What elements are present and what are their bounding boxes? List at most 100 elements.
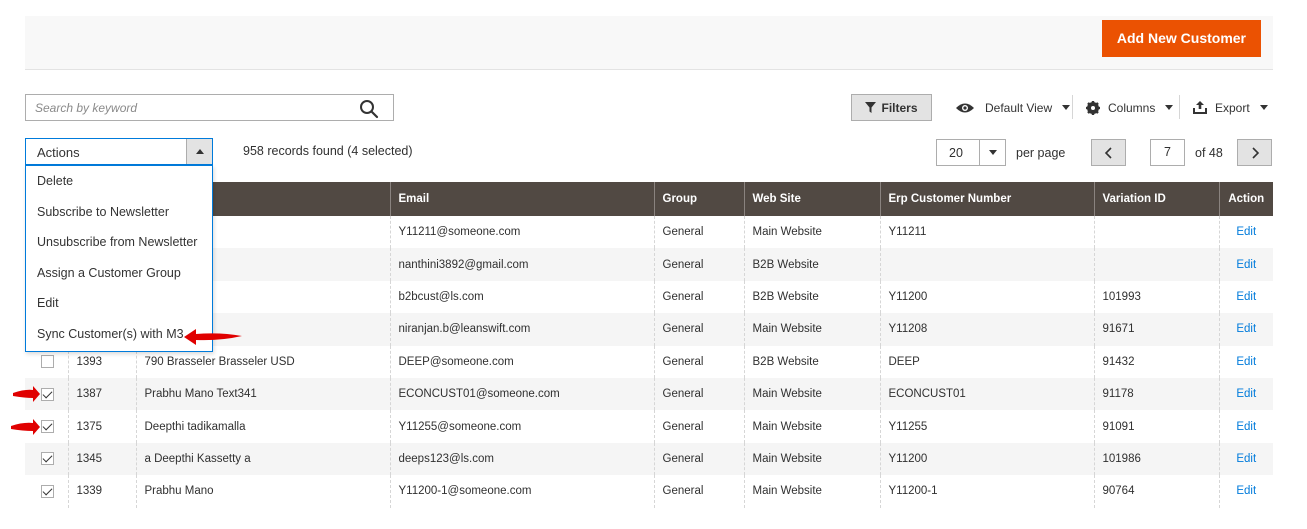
chevron-down-icon <box>1062 105 1071 110</box>
cell-website: Main Website <box>743 442 880 476</box>
menu-item-edit[interactable]: Edit <box>26 288 212 319</box>
cell-email: Y11211@someone.com <box>389 216 654 249</box>
table-row[interactable]: 1375 Deepthi tadikamalla Y11255@someone.co… <box>25 410 1273 443</box>
current-page-input[interactable]: 7 <box>1150 139 1185 166</box>
table-row[interactable]: 1387 Prabhu Mano Text341 ECONCUST01@someon… <box>25 377 1273 411</box>
cell-erp-number: Y11255 <box>879 410 1094 443</box>
export-dropdown[interactable]: Export <box>1193 94 1268 121</box>
default-view-dropdown[interactable]: Default View <box>955 94 1071 121</box>
export-label: Export <box>1215 100 1250 115</box>
chevron-up-icon <box>196 149 204 154</box>
cell-email: DEEP@someone.com <box>389 345 654 378</box>
edit-link[interactable]: Edit <box>1218 475 1273 508</box>
column-header-erp-number[interactable]: Erp Customer Number <box>879 182 1094 216</box>
edit-link[interactable]: Edit <box>1218 280 1273 314</box>
toolbar-divider <box>1072 95 1073 119</box>
actions-toggle[interactable] <box>186 139 212 164</box>
cell-group: General <box>653 216 744 249</box>
cell-group: General <box>653 345 744 378</box>
column-header-group[interactable]: Group <box>653 182 744 216</box>
cell-website: B2B Website <box>743 345 880 378</box>
menu-item-delete[interactable]: Delete <box>26 166 212 197</box>
cell-variation-id <box>1093 248 1219 281</box>
row-checkbox[interactable] <box>41 452 54 466</box>
cell-name: a Deepthi Kassetty a <box>135 442 390 476</box>
edit-link[interactable]: Edit <box>1218 345 1273 378</box>
row-checkbox[interactable] <box>41 420 54 434</box>
cell-website: Main Website <box>743 475 880 508</box>
cell-group: General <box>653 377 744 411</box>
cell-website: B2B Website <box>743 248 880 281</box>
menu-item-subscribe-newsletter[interactable]: Subscribe to Newsletter <box>26 197 212 228</box>
per-page-label: per page <box>1016 146 1066 160</box>
edit-link[interactable]: Edit <box>1218 410 1273 443</box>
column-header-email[interactable]: Email <box>389 182 654 216</box>
menu-item-assign-group[interactable]: Assign a Customer Group <box>26 258 212 289</box>
actions-label: Actions <box>37 145 80 160</box>
cell-website: Main Website <box>743 313 880 346</box>
export-icon <box>1193 101 1207 114</box>
row-checkbox[interactable] <box>41 484 54 498</box>
cell-email: Y11255@someone.com <box>389 410 654 443</box>
row-checkbox[interactable] <box>41 355 54 369</box>
cell-variation-id: 90764 <box>1093 475 1219 508</box>
eye-icon <box>956 103 974 112</box>
actions-dropdown[interactable]: Actions <box>25 138 213 165</box>
columns-label: Columns <box>1108 100 1156 115</box>
cell-erp-number: Y11208 <box>879 313 1094 346</box>
annotation-arrow-icon <box>11 419 40 435</box>
cell-group: General <box>653 475 744 508</box>
cell-name: Prabhu Mano Text341 <box>135 377 390 411</box>
records-count: 958 records found (4 selected) <box>243 144 413 158</box>
annotation-arrow-icon <box>13 386 40 402</box>
cell-select <box>25 475 68 508</box>
edit-link[interactable]: Edit <box>1218 248 1273 281</box>
cell-id: 1345 <box>67 442 136 476</box>
cell-erp-number: Y11200-1 <box>879 475 1094 508</box>
column-header-variation-id[interactable]: Variation ID <box>1093 182 1219 216</box>
search-icon[interactable] <box>359 99 379 119</box>
edit-link[interactable]: Edit <box>1218 377 1273 411</box>
cell-select <box>25 442 68 476</box>
row-checkbox[interactable] <box>41 387 54 401</box>
cell-erp-number: Y11200 <box>879 442 1094 476</box>
columns-dropdown[interactable]: Columns <box>1086 94 1174 121</box>
cell-email: niranjan.b@leanswift.com <box>389 313 654 346</box>
per-page-toggle[interactable] <box>979 140 1005 165</box>
cell-email: deeps123@ls.com <box>389 442 654 476</box>
cell-variation-id: 101993 <box>1093 280 1219 314</box>
search-input[interactable] <box>26 95 346 120</box>
edit-link[interactable]: Edit <box>1218 216 1273 249</box>
cell-group: General <box>653 442 744 476</box>
edit-link[interactable]: Edit <box>1218 442 1273 476</box>
cell-variation-id: 91091 <box>1093 410 1219 443</box>
cell-variation-id <box>1093 216 1219 249</box>
per-page-select[interactable]: 20 <box>936 139 1006 166</box>
cell-id: 1339 <box>67 475 136 508</box>
cell-website: Main Website <box>743 216 880 249</box>
chevron-down-icon <box>1165 105 1174 110</box>
cell-variation-id: 101986 <box>1093 442 1219 476</box>
cell-group: General <box>653 280 744 314</box>
add-new-customer-button[interactable]: Add New Customer <box>1101 20 1261 57</box>
per-page-value: 20 <box>949 146 963 160</box>
cell-erp-number: Y11200 <box>879 280 1094 314</box>
table-row[interactable]: 1345 a Deepthi Kassetty a deeps123@ls.com G… <box>25 442 1273 476</box>
cell-group: General <box>653 410 744 443</box>
filters-button[interactable]: Filters <box>851 94 932 121</box>
table-row[interactable]: 1339 Prabhu Mano Y11200-1@someone.com Gener… <box>25 475 1273 508</box>
cell-variation-id: 91178 <box>1093 377 1219 411</box>
column-header-action: Action <box>1218 182 1273 216</box>
cell-erp-number: ECONCUST01 <box>879 377 1094 411</box>
cell-website: B2B Website <box>743 280 880 314</box>
cell-id: 1387 <box>67 377 136 411</box>
cell-group: General <box>653 313 744 346</box>
chevron-left-icon <box>1104 146 1112 159</box>
menu-item-unsubscribe-newsletter[interactable]: Unsubscribe from Newsletter <box>26 227 212 258</box>
prev-page-button[interactable] <box>1091 139 1126 166</box>
cell-name: Deepthi tadikamalla <box>135 410 390 443</box>
cell-website: Main Website <box>743 377 880 411</box>
edit-link[interactable]: Edit <box>1218 313 1273 346</box>
next-page-button[interactable] <box>1237 139 1272 166</box>
column-header-website[interactable]: Web Site <box>743 182 880 216</box>
